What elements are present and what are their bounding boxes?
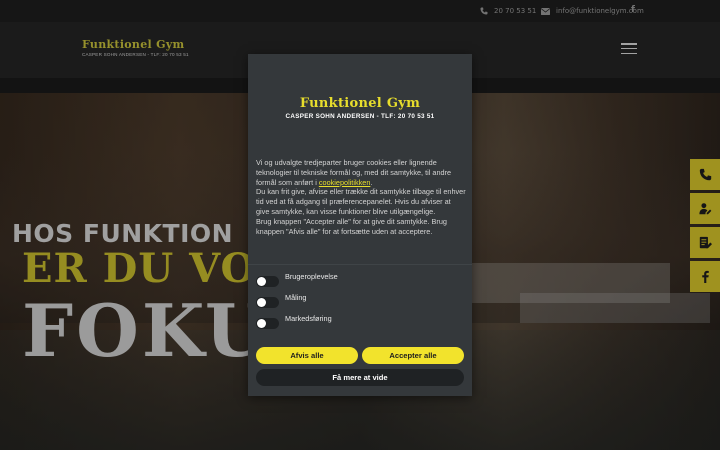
cookie-option-label: Brugeroplevelse	[285, 272, 338, 281]
cookie-policy-link[interactable]: cookiepolitikken	[319, 178, 371, 187]
cookie-option-user-experience[interactable]: Brugeroplevelse	[256, 272, 456, 287]
learn-more-button[interactable]: Få mere at vide	[256, 369, 464, 386]
cookie-option-label: Måling	[285, 293, 307, 302]
cookie-text-buttons: Brug knappen "Accepter alle" for at give…	[256, 216, 447, 236]
cookie-option-measurement[interactable]: Måling	[256, 293, 456, 308]
toggle-knob	[257, 277, 266, 286]
cookie-description: Vi og udvalgte tredjeparter bruger cooki…	[256, 158, 466, 236]
accept-all-button[interactable]: Accepter alle	[362, 347, 464, 364]
cookie-option-marketing[interactable]: Markedsføring	[256, 314, 456, 329]
cookie-dialog-logo: Funktionel Gym CASPER SOHN ANDERSEN - TL…	[248, 96, 472, 120]
cookie-logo-subtitle: CASPER SOHN ANDERSEN - TLF: 20 70 53 51	[285, 113, 435, 120]
cookie-logo-title: Funktionel Gym	[299, 96, 421, 111]
toggle-knob	[257, 319, 266, 328]
toggle-knob	[257, 298, 266, 307]
cookie-option-label: Markedsføring	[285, 314, 332, 323]
cookie-divider	[248, 264, 472, 265]
toggle-switch[interactable]	[256, 276, 279, 287]
reject-all-button[interactable]: Afvis alle	[256, 347, 358, 364]
toggle-switch[interactable]	[256, 297, 279, 308]
toggle-switch[interactable]	[256, 318, 279, 329]
cookie-text-period: .	[370, 177, 373, 187]
cookie-consent-dialog: Funktionel Gym CASPER SOHN ANDERSEN - TL…	[248, 54, 472, 396]
cookie-text-preferences: Du kan frit give, afvise eller trække di…	[256, 187, 466, 216]
